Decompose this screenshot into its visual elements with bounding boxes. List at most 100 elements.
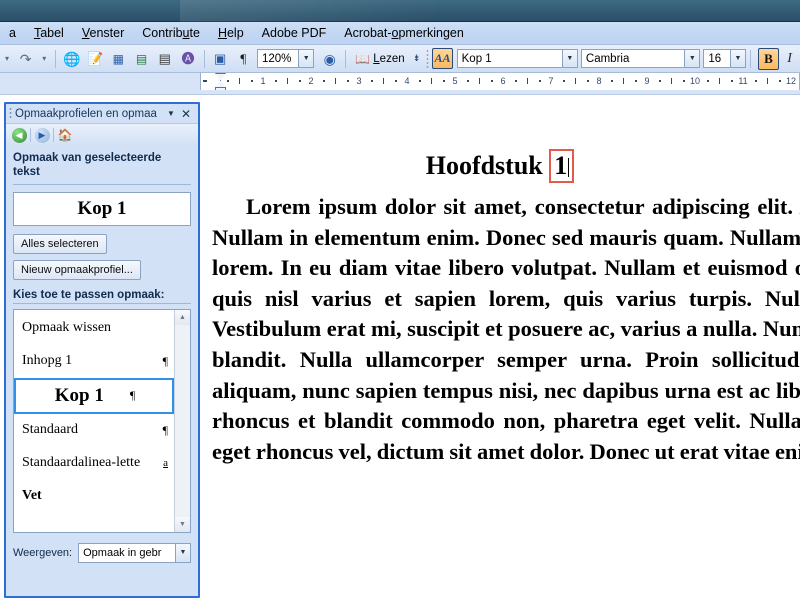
book-icon: 📖	[355, 51, 371, 66]
style-list-item[interactable]: Standaardalinea-lette a	[14, 447, 174, 480]
columns-icon: ▤	[158, 51, 171, 66]
toolbar-separator	[203, 49, 205, 68]
ruler-tick	[419, 80, 421, 82]
menu-venster[interactable]: Venster	[73, 24, 133, 42]
first-line-indent-marker[interactable]	[215, 73, 226, 81]
bold-button[interactable]: B	[757, 47, 780, 70]
new-style-button[interactable]: Nieuw opmaakprofiel...	[13, 259, 141, 280]
ruler-tick	[323, 80, 325, 82]
font-value: Cambria	[585, 52, 630, 65]
style-combo[interactable]: Kop 1 ▼	[456, 49, 578, 68]
reading-layout-button[interactable]: 📖 Lezen	[350, 49, 409, 69]
menu-help[interactable]: Help	[209, 24, 253, 42]
style-list-item-selected[interactable]: Kop 1 ¶	[14, 377, 174, 414]
style-list-item[interactable]: Vet	[14, 480, 174, 513]
redo-dropdown-arrow[interactable]: ▾	[38, 48, 50, 70]
formatting-toolbar-grip[interactable]	[425, 48, 430, 69]
menu-contribute[interactable]: Contribute	[133, 24, 209, 42]
forward-icon: ▶	[34, 127, 50, 143]
chevron-down-icon[interactable]: ▼	[729, 50, 745, 67]
chevron-down-icon[interactable]: ▼	[561, 50, 577, 67]
ruler-tick	[275, 80, 277, 82]
ruler-tick	[755, 80, 757, 82]
insert-table-button[interactable]: ▦	[108, 48, 129, 70]
insert-drawing-button[interactable]: 📝	[84, 48, 105, 70]
ruler-ticks: 1 2 3 4 5 6 7 8 9 10 11 12	[201, 73, 799, 90]
show-row: Weergeven: Opmaak in gebr ▼	[13, 542, 191, 563]
ruler-tick	[371, 80, 373, 82]
ruler-tick	[299, 80, 301, 82]
task-pane-grip[interactable]	[9, 107, 12, 120]
scroll-up-icon[interactable]: ▲	[175, 309, 190, 325]
drawing-toolbar-button[interactable]: 🅐	[177, 48, 198, 70]
horizontal-ruler[interactable]: 1 2 3 4 5 6 7 8 9 10 11 12	[200, 73, 800, 90]
pencil-icon: 📝	[87, 51, 104, 66]
ruler-number: 2	[308, 76, 314, 86]
menu-tabel[interactable]: Tabel	[25, 24, 73, 42]
ruler-tick	[491, 80, 493, 82]
toolbar-overflow-button[interactable]: ⇟	[411, 48, 423, 70]
back-button[interactable]: ◀	[9, 126, 29, 145]
insert-excel-sheet-button[interactable]: ▤	[131, 48, 152, 70]
style-preview-box[interactable]: Kop 1	[13, 191, 191, 226]
redo-button[interactable]: ↷	[15, 48, 36, 70]
nav-separator	[30, 128, 31, 142]
ruler-area: 1 2 3 4 5 6 7 8 9 10 11 12	[0, 73, 800, 95]
document-map-button[interactable]: ▣	[210, 48, 231, 70]
chevron-down-icon: ⇟	[412, 53, 421, 63]
home-button[interactable]: 🏠	[55, 126, 75, 145]
document-canvas[interactable]: Hoofdstuk 1 Lorem ipsum dolor sit amet, …	[200, 95, 800, 600]
menu-acrobat-opmerkingen[interactable]: Acrobat-opmerkingen	[335, 24, 473, 42]
character-style-icon: a	[163, 457, 168, 470]
close-icon[interactable]: ✕	[179, 107, 195, 121]
ruler-tick	[563, 80, 565, 82]
styles-and-formatting-button[interactable]: AA	[432, 48, 453, 69]
style-list[interactable]: Opmaak wissen Inhopg 1 ¶ Kop 1 ¶ Standaard ¶ St…	[13, 308, 191, 533]
font-combo[interactable]: Cambria ▼	[580, 49, 701, 68]
chevron-down-icon[interactable]: ▼	[684, 50, 700, 67]
ruler-tick	[467, 80, 469, 82]
columns-button[interactable]: ▤	[154, 48, 175, 70]
chevron-down-icon: ▾	[42, 54, 47, 63]
font-size-combo[interactable]: 16 ▼	[703, 49, 746, 68]
show-value: Opmaak in gebr	[83, 546, 162, 559]
help-button[interactable]: ◉	[319, 48, 340, 70]
style-list-items: Opmaak wissen Inhopg 1 ¶ Kop 1 ¶ Standaard ¶ St…	[14, 310, 174, 532]
aa-icon: AA	[434, 51, 451, 65]
show-combo[interactable]: Opmaak in gebr ▼	[78, 542, 191, 563]
menu-adobe-pdf[interactable]: Adobe PDF	[253, 24, 336, 42]
ruler-tick	[683, 80, 685, 82]
ruler-tick	[287, 78, 288, 84]
ruler-tick	[205, 80, 207, 82]
style-list-item[interactable]: Inhopg 1 ¶	[14, 345, 174, 378]
ruler-tick	[431, 78, 432, 84]
ruler-number: 5	[452, 76, 458, 86]
style-name: Opmaak wissen	[22, 320, 112, 336]
style-list-item[interactable]: Opmaak wissen	[14, 312, 174, 345]
ruler-number: 12	[785, 76, 797, 86]
ruler-tick	[671, 78, 672, 84]
heading-highlight-box: 1	[549, 149, 575, 183]
style-list-scrollbar[interactable]: ▲ ▼	[174, 309, 190, 532]
insert-hyperlink-button[interactable]: 🌐	[61, 48, 82, 70]
document-body-text[interactable]: Lorem ipsum dolor sit amet, consectetur …	[212, 192, 800, 467]
ruler-tick	[515, 80, 517, 82]
chevron-down-icon[interactable]: ▼	[298, 50, 314, 67]
formatting-marks-button[interactable]: ¶	[233, 48, 254, 70]
chevron-down-icon[interactable]: ▼	[163, 109, 179, 118]
style-name: Standaard	[22, 422, 78, 438]
zoom-combo[interactable]: 120% ▼	[256, 49, 315, 68]
scroll-down-icon[interactable]: ▼	[175, 516, 190, 532]
nav-separator	[53, 128, 54, 142]
forward-button[interactable]: ▶	[32, 126, 52, 145]
select-all-button[interactable]: Alles selecteren	[13, 233, 107, 254]
undo-dropdown-arrow[interactable]: ▾	[1, 48, 13, 70]
italic-label: I	[787, 50, 792, 66]
style-list-item[interactable]: Standaard ¶	[14, 414, 174, 447]
italic-button[interactable]: I	[779, 48, 800, 70]
chevron-down-icon[interactable]: ▼	[175, 543, 190, 562]
menu-truncated-left[interactable]: a	[0, 24, 25, 42]
left-indent-marker[interactable]	[215, 87, 226, 90]
ruler-tick	[719, 78, 720, 84]
zoom-value: 120%	[261, 52, 292, 65]
